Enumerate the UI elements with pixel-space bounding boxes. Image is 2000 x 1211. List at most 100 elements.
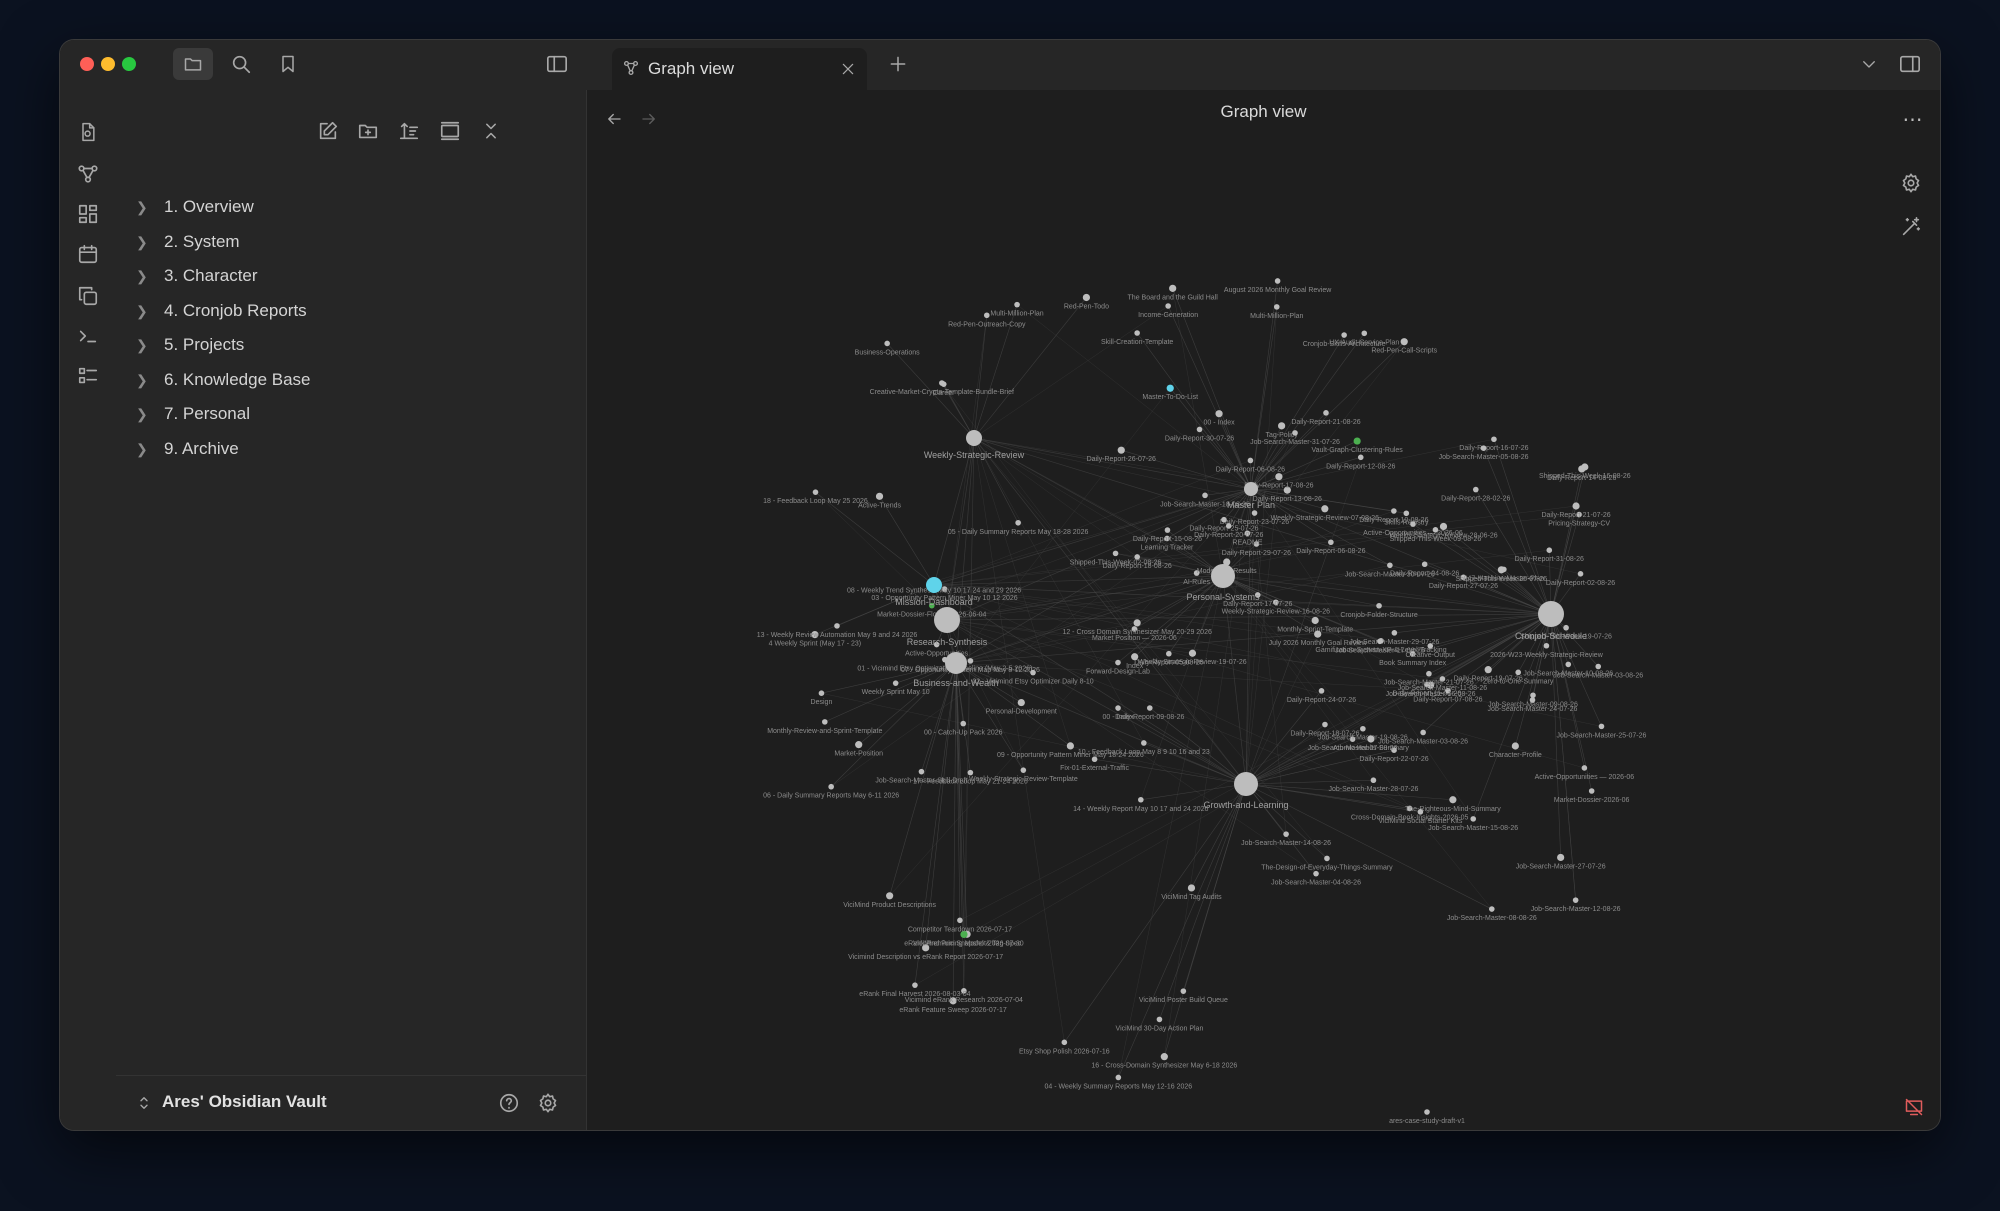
collapse-all-icon[interactable] <box>475 116 507 146</box>
graph-node-dot[interactable] <box>1376 602 1382 609</box>
graph-node[interactable]: Daily-Report-18-07-26 <box>1290 721 1360 738</box>
graph-node[interactable]: 18 - Feedback Loop May 25 2026 <box>763 489 868 505</box>
graph-node[interactable]: Income-Generation <box>1138 303 1198 319</box>
graph-node[interactable]: 17 - Feedback Loop May 21-24 2026 <box>913 769 1028 786</box>
graph-node[interactable]: ViciMind Product Descriptions <box>843 892 937 909</box>
more-options-icon[interactable]: ⋯ <box>1898 104 1928 134</box>
new-note-icon[interactable] <box>312 116 344 146</box>
graph-node-dot[interactable] <box>1529 697 1536 703</box>
graph-node-dot[interactable] <box>912 982 918 988</box>
graph-node-dot[interactable] <box>1138 796 1144 803</box>
sidebar-item-system[interactable]: ❯ 2. System <box>136 227 240 257</box>
graph-node-dot[interactable] <box>1215 410 1223 418</box>
graph-node-dot[interactable] <box>1595 663 1602 670</box>
graph-node-dot[interactable] <box>1361 330 1368 337</box>
graph-node-dot[interactable] <box>1577 571 1584 577</box>
graph-node[interactable]: Shipped-This-Week-02-08-26 <box>1070 550 1162 567</box>
open-graph-view-icon[interactable] <box>70 158 106 190</box>
graph-node-dot[interactable] <box>1515 669 1521 676</box>
graph-node[interactable]: Job-Search-Master-27-07-26 <box>1516 853 1606 871</box>
close-window-button[interactable] <box>80 57 94 71</box>
graph-node[interactable]: Etsy Shop Polish 2026-07-16 <box>1019 1039 1110 1056</box>
graph-node[interactable]: The-Design-of-Everyday-Things-Summary <box>1261 855 1393 872</box>
graph-node[interactable]: Job-Search-Master-21-07-26 <box>1384 670 1474 687</box>
sidebar-item-overview[interactable]: ❯ 1. Overview <box>136 192 254 222</box>
graph-node[interactable]: Job-Search-Master-25-07-26 <box>1557 723 1647 740</box>
graph-node-dot[interactable] <box>983 312 990 319</box>
graph-node-dot[interactable] <box>1196 426 1203 433</box>
graph-node[interactable]: Daily-Report-10-08-26 <box>1359 508 1429 524</box>
graph-hub-dot[interactable] <box>926 577 942 593</box>
sidebar-item-personal[interactable]: ❯ 7. Personal <box>136 399 250 429</box>
graph-node-dot[interactable] <box>1480 445 1487 451</box>
graph-node-dot-highlight[interactable] <box>1166 384 1174 392</box>
open-quick-switcher-icon[interactable] <box>70 116 106 148</box>
graph-node-dot[interactable] <box>1557 853 1565 862</box>
graph-hub-dot[interactable] <box>945 652 967 674</box>
graph-node-dot[interactable] <box>1427 643 1434 649</box>
graph-node-dot[interactable] <box>1030 669 1036 676</box>
graph-node-dot[interactable] <box>1530 692 1536 699</box>
graph-node[interactable]: Daily-Report-24-07-26 <box>1287 688 1356 704</box>
graph-node[interactable]: 2026-W23-Weekly-Strategic-Review <box>1490 642 1604 659</box>
graph-node-dot[interactable] <box>1377 638 1383 645</box>
graph-node-dot[interactable] <box>1598 723 1605 730</box>
graph-node-dot[interactable] <box>1484 666 1492 674</box>
graph-node-dot[interactable] <box>1367 735 1375 743</box>
graph-node[interactable]: 05 - Daily Summary Reports May 18-28 202… <box>948 519 1089 536</box>
graph-node-dot[interactable] <box>1180 988 1187 994</box>
tab-graph-view[interactable]: Graph view <box>612 48 867 90</box>
graph-node[interactable]: Job-Search-Master-28-07-26 <box>1328 777 1418 793</box>
bookmark-icon[interactable] <box>270 48 306 80</box>
graph-node-dot[interactable] <box>886 892 894 900</box>
animate-magic-wand-icon[interactable] <box>1896 212 1926 242</box>
graph-node-dot[interactable] <box>1165 303 1171 309</box>
graph-node-dot[interactable] <box>1251 510 1258 516</box>
toggle-right-sidebar-icon[interactable] <box>1892 48 1928 80</box>
graph-node[interactable]: Multi-Million-Plan <box>1250 304 1304 320</box>
graph-node-dot[interactable] <box>1169 284 1177 292</box>
graph-node-dot[interactable] <box>1164 527 1171 533</box>
graph-node-dot[interactable] <box>1283 831 1289 837</box>
graph-node[interactable]: Daily-Report-21-07-26 <box>1541 502 1611 519</box>
graph-node-dot[interactable] <box>1061 1039 1068 1046</box>
graph-node-dot[interactable] <box>1014 301 1020 308</box>
graph-node-dot[interactable] <box>1546 547 1553 553</box>
graph-node-dot[interactable] <box>1572 502 1580 510</box>
sort-order-icon[interactable] <box>393 116 425 146</box>
graph-node-dot[interactable] <box>918 768 925 775</box>
graph-node-dot[interactable] <box>1489 906 1495 912</box>
graph-node[interactable]: ViciMind Poster Build Queue <box>1139 988 1228 1004</box>
graph-node-dot[interactable] <box>1020 767 1027 773</box>
graph-node-dot[interactable] <box>1318 688 1325 694</box>
graph-node-dot[interactable] <box>1470 816 1477 822</box>
graph-node[interactable]: 16 - Cross-Domain Synthesizer May 6-18 2… <box>1091 1053 1237 1070</box>
graph-node[interactable]: Skill-Creation-Template <box>1101 330 1173 346</box>
terminal-icon[interactable] <box>70 320 106 352</box>
graph-node-dot[interactable] <box>1066 742 1074 750</box>
new-folder-icon[interactable] <box>352 116 384 146</box>
graph-node[interactable]: Job-Search-Master-12-08-26 <box>1531 897 1621 913</box>
graph-node-dot[interactable] <box>821 719 828 725</box>
graph-node-dot[interactable] <box>884 340 890 347</box>
graph-node-dot[interactable] <box>1400 338 1408 346</box>
graph-node[interactable]: ares-case-study-draft-v1 <box>1389 1109 1465 1125</box>
graph-node-dot[interactable] <box>1131 653 1139 661</box>
graph-node-dot[interactable] <box>1221 516 1227 523</box>
graph-node[interactable]: Daily-Report-21-08-26 <box>1291 410 1361 426</box>
sidebar-item-archive[interactable]: ❯ 9. Archive <box>136 434 239 464</box>
graph-node[interactable]: Market-Dossier-2026-06 <box>1554 788 1630 804</box>
graph-node-dot[interactable] <box>1491 436 1497 443</box>
graph-node-dot[interactable] <box>1572 897 1579 903</box>
graph-settings-gear-icon[interactable] <box>1896 168 1926 198</box>
graph-sync-off-icon[interactable] <box>1899 1094 1929 1120</box>
graph-hub-dot[interactable] <box>1211 564 1235 588</box>
graph-node-dot[interactable] <box>1578 465 1586 473</box>
graph-node-dot[interactable] <box>1439 522 1448 531</box>
graph-hub-dot[interactable] <box>934 607 960 633</box>
graph-node[interactable]: Active-Opportunities — 2026-06 <box>1535 765 1635 781</box>
graph-node-dot[interactable] <box>818 690 825 697</box>
graph-node-dot[interactable] <box>1275 473 1283 481</box>
graph-node[interactable]: Daily-Report-06-08-26 <box>1296 539 1366 555</box>
graph-node-dot[interactable] <box>855 741 863 749</box>
